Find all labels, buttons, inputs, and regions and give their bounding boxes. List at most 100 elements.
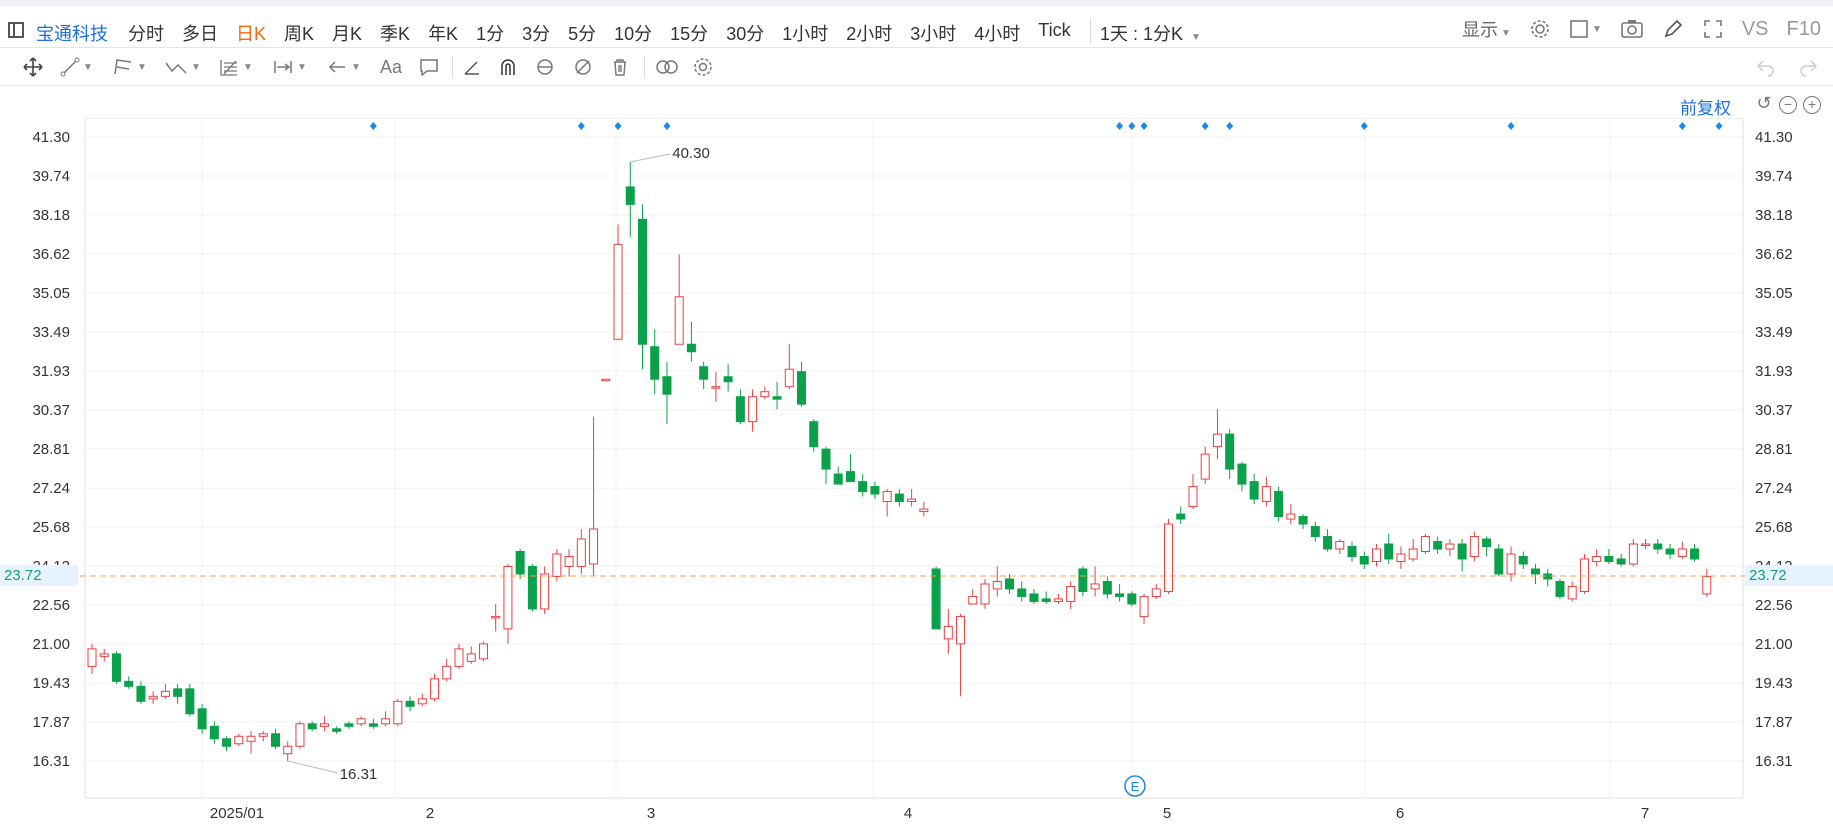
candle-body (1004, 578, 1014, 590)
camera-icon[interactable] (1620, 18, 1644, 40)
candle-body (686, 343, 696, 353)
period-tab[interactable]: 周K (284, 20, 314, 46)
candle-body (515, 551, 525, 575)
text-tool-icon[interactable]: Aa (380, 56, 402, 78)
candle-body (332, 728, 342, 732)
display-menu[interactable]: 显示 ▼ (1462, 16, 1511, 42)
layout-toggle-icon[interactable] (8, 22, 24, 38)
period-tab[interactable]: 15分 (670, 20, 708, 46)
candle-body (454, 648, 464, 667)
period-tab[interactable]: 3分 (522, 20, 550, 46)
y-tick-label: 39.74 (32, 168, 70, 185)
candle-body (907, 498, 917, 503)
candle-body (1702, 575, 1712, 595)
stock-name[interactable]: 宝通科技 (36, 20, 108, 46)
channel-tool[interactable]: ▼ (112, 56, 147, 78)
candle-body (417, 698, 427, 705)
fullscreen-icon[interactable] (1702, 18, 1724, 40)
period-tab[interactable]: 1分 (476, 20, 504, 46)
redo-icon (1800, 60, 1818, 77)
settings-icon[interactable] (1529, 18, 1551, 40)
redo-button[interactable] (1797, 56, 1819, 78)
undo-icon (1756, 60, 1774, 77)
period-tab[interactable]: Tick (1038, 20, 1070, 46)
y-tick-label: 16.31 (32, 753, 70, 770)
candle-body (1261, 486, 1271, 503)
period-tab[interactable]: 5分 (568, 20, 596, 46)
candle-body (540, 573, 550, 610)
sync-tool[interactable] (534, 56, 556, 78)
compare-tool[interactable] (654, 56, 680, 78)
event-marker (1715, 122, 1723, 130)
candle-body (1641, 543, 1651, 547)
candle-body (124, 680, 134, 687)
reset-icon[interactable]: ↺ (1755, 94, 1773, 114)
candle-body (258, 733, 268, 737)
wave-tool[interactable]: ▼ (164, 56, 201, 78)
pencil-icon[interactable] (1662, 18, 1684, 40)
move-tool[interactable] (22, 56, 44, 78)
measure-tool[interactable]: ▼ (272, 56, 307, 78)
min-price-label: 16.31 (340, 766, 378, 783)
measure-icon (274, 61, 292, 73)
period-tab[interactable]: 4小时 (974, 20, 1020, 46)
drawing-toolbar: ▼ ▼ ▼ ▼ ▼ ▼ Aa (0, 48, 1833, 86)
y-tick-label: 19.43 (32, 675, 70, 692)
comment-tool[interactable] (418, 56, 440, 78)
candle-body (1445, 543, 1455, 550)
period-tab[interactable]: 2小时 (846, 20, 892, 46)
hide-icon (575, 59, 591, 75)
k-combo-select[interactable]: 1天 : 1分K ▼ (1100, 20, 1201, 46)
divider (644, 56, 645, 78)
vs-button[interactable]: VS (1742, 18, 1769, 41)
adjust-mode-link[interactable]: 前复权 (1680, 94, 1731, 119)
period-tab[interactable]: 3小时 (910, 20, 956, 46)
candle-body (1127, 593, 1137, 605)
frame-menu[interactable]: ▼ (1569, 19, 1602, 39)
period-tab[interactable]: 季K (380, 20, 410, 46)
period-tab[interactable]: 1小时 (782, 20, 828, 46)
period-tab[interactable]: 10分 (614, 20, 652, 46)
candle-body (1164, 523, 1174, 592)
y-tick-label: 41.30 (32, 129, 70, 146)
candlestick-chart[interactable]: 41.30 39.74 38.18 36.62 35.05 33.49 31.93 30.37… (0, 118, 1833, 829)
candle-body (1359, 555, 1369, 565)
period-tab[interactable]: 30分 (726, 20, 764, 46)
fib-tool[interactable]: ▼ (218, 56, 253, 78)
y-tick-label: 33.49 (32, 324, 70, 341)
candle-body (1433, 541, 1443, 550)
candle-body (1506, 553, 1516, 575)
candle-body (136, 685, 146, 702)
period-tab[interactable]: 日K (236, 20, 266, 46)
candle-body (1066, 585, 1076, 602)
chevron-down-icon: ▼ (1591, 23, 1602, 35)
angle-tool[interactable] (462, 56, 482, 78)
candle-body (1274, 491, 1284, 518)
y-tick-label: 31.93 (1755, 363, 1793, 380)
candle-body (381, 718, 391, 725)
candle-body (1677, 548, 1687, 557)
plot-frame (84, 118, 1744, 799)
candle-body (1200, 453, 1210, 480)
zoom-out-icon[interactable]: − (1779, 96, 1797, 114)
candle-body (1690, 548, 1700, 560)
period-tab[interactable]: 多日 (182, 20, 218, 46)
candle-body (430, 678, 440, 700)
event-marker (577, 122, 585, 130)
candle-body (858, 481, 868, 493)
f10-button[interactable]: F10 (1787, 18, 1821, 41)
y-tick-label: 28.81 (32, 441, 70, 458)
period-tab[interactable]: 年K (428, 20, 458, 46)
hide-tool[interactable] (572, 56, 594, 78)
line-tool[interactable]: ▼ (60, 56, 93, 78)
period-tab[interactable]: 分时 (128, 20, 164, 46)
undo-button[interactable] (1755, 56, 1777, 78)
candle-body (919, 508, 929, 513)
period-tab[interactable]: 月K (332, 20, 362, 46)
draw-settings-tool[interactable] (692, 56, 714, 78)
magnet-tool[interactable] (498, 56, 518, 78)
zoom-in-icon[interactable]: + (1803, 96, 1821, 114)
arrow-tool[interactable]: ▼ (326, 56, 361, 78)
delete-tool[interactable] (610, 56, 630, 78)
candle-body (650, 346, 660, 380)
